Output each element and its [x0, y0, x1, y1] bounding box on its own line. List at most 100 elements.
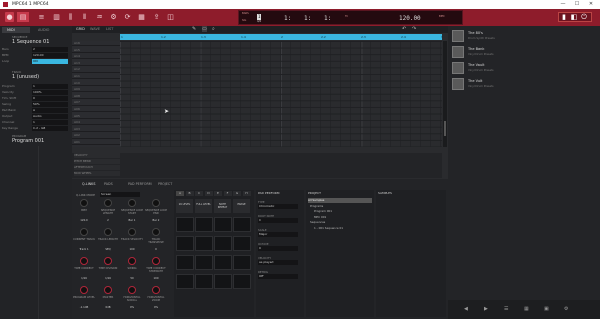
pad-bank-button[interactable]: B: [185, 191, 194, 196]
drum-pad[interactable]: [233, 217, 251, 232]
pad-control-button[interactable]: ERASE: [233, 199, 250, 213]
qlink-knob[interactable]: [80, 228, 88, 236]
drum-pad[interactable]: [195, 236, 213, 251]
pad-bank-button[interactable]: E: [214, 191, 222, 196]
project-item[interactable]: 1 - 001 Sequence 01: [314, 226, 372, 231]
pad-row-label[interactable]: A16: [72, 41, 120, 47]
pad-row-label[interactable]: A04: [72, 120, 120, 126]
qlink-knob[interactable]: [152, 199, 160, 207]
pad-bank-button[interactable]: G: [233, 191, 241, 196]
qlink-knob[interactable]: [152, 257, 160, 265]
tab-list[interactable]: LIST: [106, 27, 113, 31]
controller-lane-label[interactable]: AFTERTOUCH: [74, 165, 120, 170]
pad-bank-button[interactable]: F: [223, 191, 232, 196]
scale-select[interactable]: Major: [258, 232, 298, 237]
pad-control-button[interactable]: FULL LEVEL: [195, 199, 212, 213]
tab-pads[interactable]: PADS: [104, 182, 113, 186]
project-item[interactable]: Programs: [310, 204, 372, 209]
browser-grid-icon[interactable]: ▦: [524, 306, 529, 312]
note-grid[interactable]: [120, 41, 442, 147]
qlink-knob[interactable]: [104, 286, 112, 294]
qlink-knob[interactable]: [128, 228, 136, 236]
pad-row-label[interactable]: A05: [72, 114, 120, 119]
qlink-knob[interactable]: [128, 257, 136, 265]
pad-row-label[interactable]: A06: [72, 107, 120, 113]
drum-pad[interactable]: [214, 236, 232, 251]
pad-control-button[interactable]: NOTE REPEAT: [214, 199, 231, 213]
record-mode-icon[interactable]: ●: [5, 12, 14, 22]
browser-item[interactable]: The 80's Drum Synth Presets: [452, 30, 596, 44]
controller-lane-label[interactable]: VELOCITY: [74, 153, 120, 158]
waveform-icon[interactable]: ♒: [95, 12, 104, 22]
qlink-knob[interactable]: [80, 257, 88, 265]
browser-icon[interactable]: ▦: [137, 12, 146, 22]
monitor-icon[interactable]: ◧: [570, 12, 578, 22]
project-item[interactable]: Program 001: [314, 209, 372, 214]
pad-bank-button[interactable]: C: [195, 191, 203, 196]
qlink-knob[interactable]: [128, 199, 136, 207]
zoom-tool-icon[interactable]: ⌕: [212, 26, 215, 32]
midi-tab[interactable]: MIDI: [2, 27, 30, 33]
tab-grid[interactable]: GRID: [76, 27, 85, 31]
root-note-select[interactable]: C: [258, 218, 298, 223]
tab-wave[interactable]: WAVE: [90, 27, 100, 31]
edit-icon[interactable]: ≡: [37, 12, 46, 22]
drum-pad[interactable]: [195, 274, 213, 289]
program-name[interactable]: Program 001: [12, 138, 44, 144]
pad-row-label[interactable]: A09: [72, 87, 120, 93]
controller-lane-label[interactable]: PITCH BEND: [74, 159, 120, 164]
pad-row-label[interactable]: A03: [72, 127, 120, 133]
drum-pad[interactable]: [176, 274, 194, 289]
tab-qlinks[interactable]: Q-LINKS: [82, 182, 95, 186]
type-select[interactable]: Chromatic: [258, 204, 298, 209]
split-icon[interactable]: ◫: [166, 12, 175, 22]
power-icon[interactable]: ⏻: [580, 12, 588, 22]
track-name[interactable]: 1 (unused): [12, 74, 39, 80]
browser-folder-icon[interactable]: ▣: [544, 306, 549, 312]
close-button[interactable]: ✕: [584, 0, 598, 9]
drum-pad[interactable]: [233, 236, 251, 251]
audio-tab[interactable]: AUDIO: [34, 27, 62, 33]
maximize-button[interactable]: ☐: [570, 0, 584, 9]
qlink-knob[interactable]: [80, 286, 88, 294]
drum-pad[interactable]: [214, 255, 232, 270]
sequence-name[interactable]: 1 Sequence 01: [12, 39, 49, 45]
drum-pad[interactable]: [176, 255, 194, 270]
retrig-select[interactable]: Off: [258, 274, 298, 279]
pad-bank-button[interactable]: D: [204, 191, 213, 196]
drum-pad[interactable]: [195, 217, 213, 232]
project-item[interactable]: MPC 001: [314, 215, 372, 220]
bars-icon[interactable]: ⦀: [80, 12, 89, 22]
qlink-knob[interactable]: [152, 228, 160, 236]
tab-project[interactable]: PROJECT: [158, 182, 172, 186]
browser-list-icon[interactable]: ☰: [504, 306, 508, 312]
browser-item[interactable]: The Vault Vinyl Drum Presets: [452, 62, 596, 76]
browser-settings-icon[interactable]: ⚙: [564, 306, 568, 312]
drum-pad[interactable]: [195, 255, 213, 270]
project-item[interactable]: All Samples: [308, 198, 372, 203]
mixer-icon[interactable]: ▥: [52, 12, 61, 22]
browser-prev-icon[interactable]: ◀: [464, 306, 468, 312]
qlink-knob[interactable]: [152, 286, 160, 294]
drum-pad[interactable]: [214, 217, 232, 232]
pad-row-label[interactable]: A10: [72, 81, 120, 86]
grid-view-icon[interactable]: ▤: [17, 12, 29, 22]
qlink-knob[interactable]: [104, 199, 112, 207]
qlink-mode-select[interactable]: Screen: [100, 192, 140, 197]
minimize-button[interactable]: —: [556, 0, 570, 9]
sliders-icon[interactable]: ⫼: [66, 12, 75, 22]
undo-icon[interactable]: ↶: [402, 26, 406, 32]
drum-pad[interactable]: [176, 236, 194, 251]
pad-control-button[interactable]: 16 LEVEL: [176, 199, 193, 213]
pad-row-label[interactable]: A15: [72, 48, 120, 53]
sig-value[interactable]: 4/4: [257, 20, 261, 23]
qlink-knob[interactable]: [104, 257, 112, 265]
drum-pad[interactable]: [176, 217, 194, 232]
tab-pad-perform[interactable]: PAD PERFORM: [128, 182, 152, 186]
pad-row-label[interactable]: A08: [72, 94, 120, 100]
browser-item[interactable]: The Vult Vinyl Drum Presets: [452, 78, 596, 92]
qlink-knob[interactable]: [104, 228, 112, 236]
pad-row-label[interactable]: A12: [72, 67, 120, 73]
drum-pad[interactable]: [233, 274, 251, 289]
pad-row-label[interactable]: A01: [72, 140, 120, 146]
